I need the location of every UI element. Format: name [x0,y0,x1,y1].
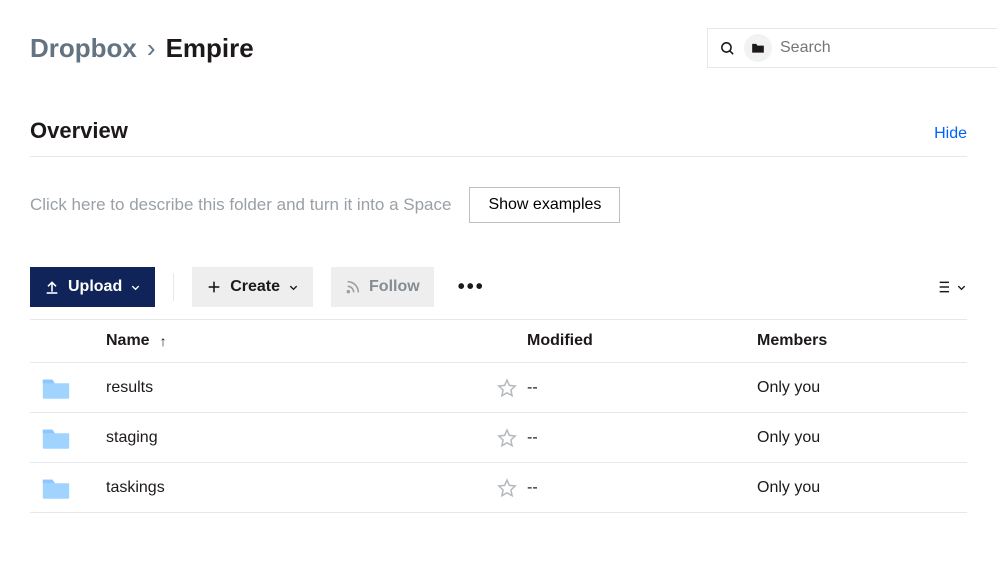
star-button[interactable] [487,378,527,398]
toolbar-separator [173,273,174,301]
list-view-icon [934,279,952,295]
file-table: Name ↑ Modified Members results -- Only … [30,319,967,513]
column-header-members[interactable]: Members [757,332,967,350]
file-modified: -- [527,379,757,397]
folder-icon [41,376,71,400]
create-label: Create [230,278,280,296]
folder-icon [749,39,767,57]
file-members: Only you [757,429,967,447]
plus-icon [206,279,222,295]
table-row[interactable]: staging -- Only you [30,413,967,463]
overview-title: Overview [30,118,128,144]
search-input[interactable] [780,39,987,57]
file-name[interactable]: staging [82,429,487,447]
upload-button[interactable]: Upload [30,267,155,307]
breadcrumb-parent[interactable]: Dropbox [30,33,137,64]
upload-label: Upload [68,278,122,296]
table-row[interactable]: taskings -- Only you [30,463,967,513]
upload-icon [44,279,60,295]
search-scope-folder-button[interactable] [744,34,772,62]
column-header-name[interactable]: Name ↑ [82,332,487,350]
breadcrumb-current: Empire [166,33,254,64]
breadcrumb-separator: › [147,33,156,64]
file-modified: -- [527,479,757,497]
breadcrumb: Dropbox › Empire [30,33,254,64]
file-name[interactable]: results [82,379,487,397]
more-actions-button[interactable]: ••• [452,276,491,299]
file-name[interactable]: taskings [82,479,487,497]
show-examples-button[interactable]: Show examples [469,187,620,223]
table-row[interactable]: results -- Only you [30,363,967,413]
create-button[interactable]: Create [192,267,313,307]
file-modified: -- [527,429,757,447]
chevron-down-icon [130,282,141,293]
chevron-down-icon [956,282,967,293]
overview-description-prompt[interactable]: Click here to describe this folder and t… [30,195,451,215]
rss-icon [345,279,361,295]
star-button[interactable] [487,428,527,448]
follow-label: Follow [369,278,420,296]
sort-ascending-icon: ↑ [160,333,167,349]
overview-hide-link[interactable]: Hide [934,125,967,143]
folder-icon [41,426,71,450]
chevron-down-icon [288,282,299,293]
file-members: Only you [757,479,967,497]
folder-icon [41,476,71,500]
follow-button[interactable]: Follow [331,267,434,307]
star-button[interactable] [487,478,527,498]
view-options-button[interactable] [934,279,967,295]
search-icon [718,39,736,57]
search-bar[interactable] [707,28,997,68]
column-header-modified[interactable]: Modified [527,332,757,350]
file-members: Only you [757,379,967,397]
